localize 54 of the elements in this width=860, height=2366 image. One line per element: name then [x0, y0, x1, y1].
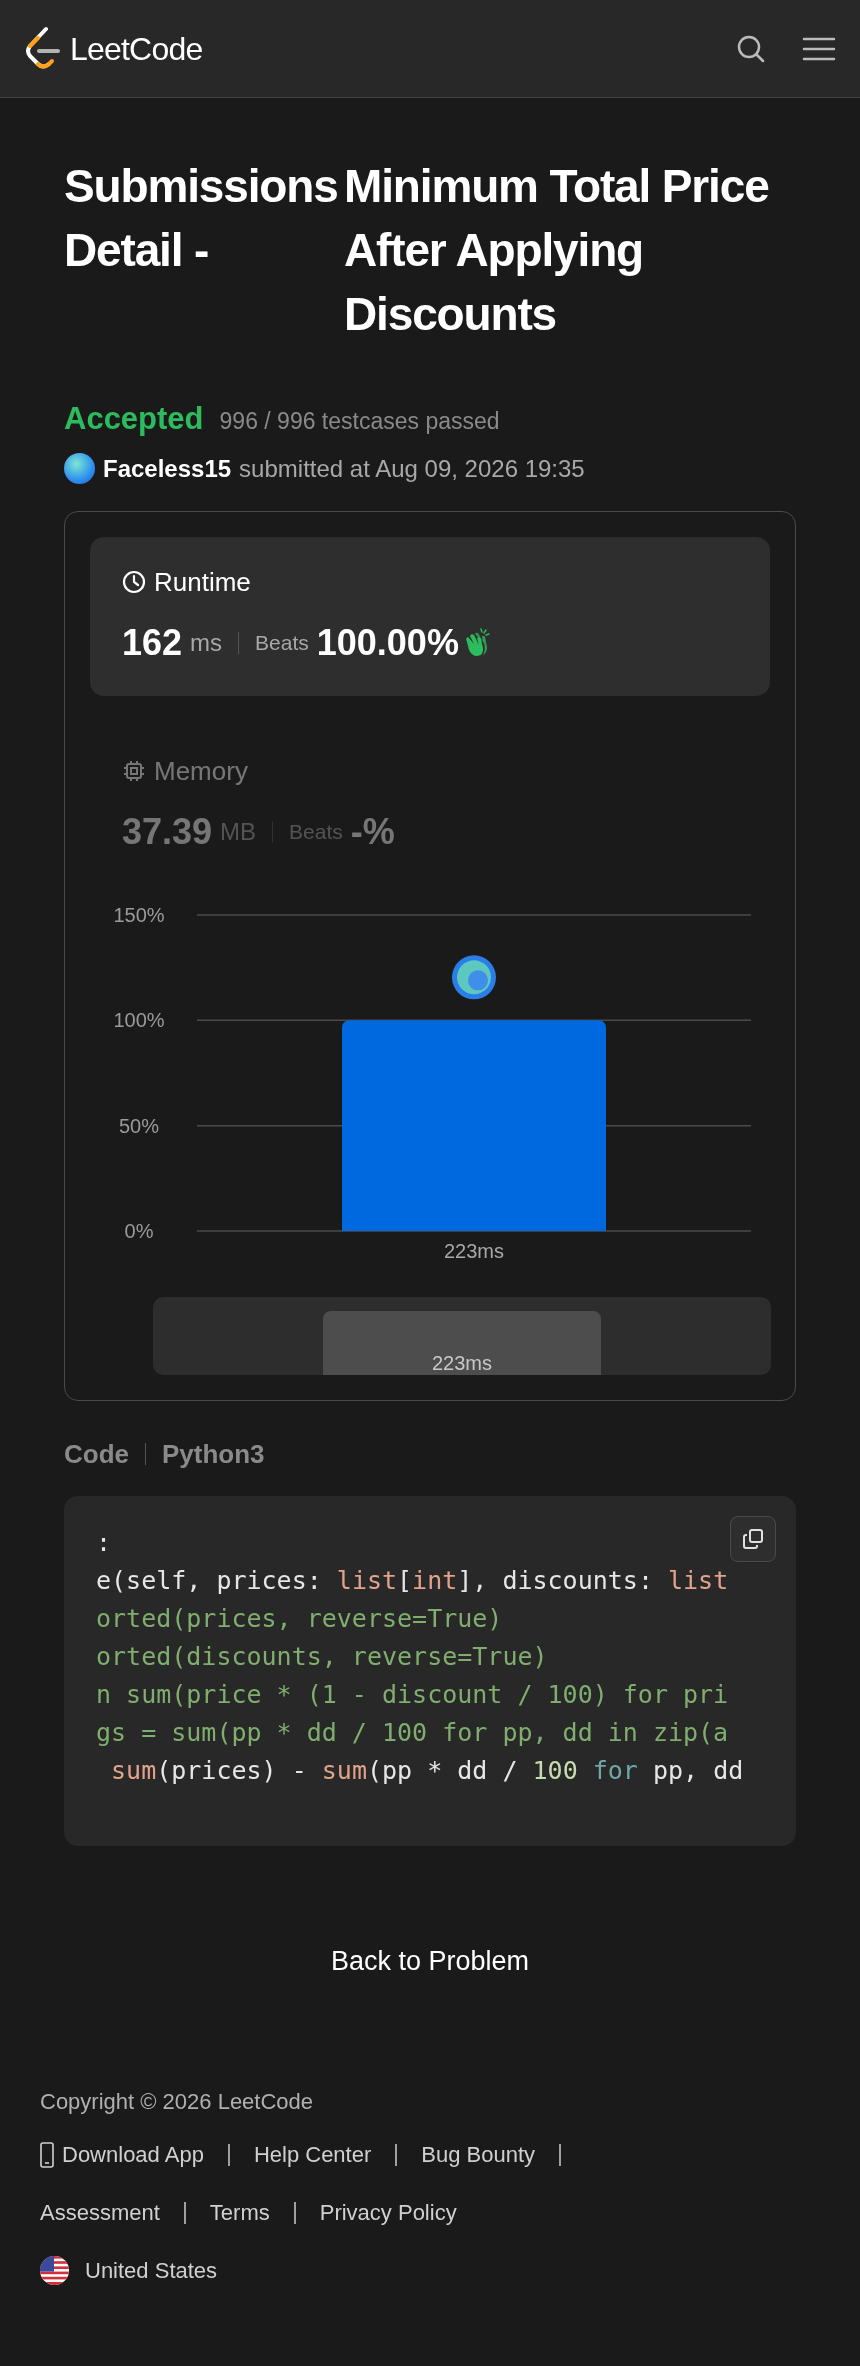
footer-link[interactable]: Assessment	[40, 2196, 160, 2229]
status-text: Accepted	[64, 400, 204, 438]
language-label: Python3	[162, 1437, 265, 1471]
clock-icon	[122, 570, 146, 594]
range-navigator[interactable]: 223ms	[153, 1296, 771, 1375]
code-line: e(self, prices: list[int], discounts: list	[96, 1564, 729, 1597]
y-tick-label: 150%	[113, 903, 165, 926]
stat-panel[interactable]: Runtime 162 ms Beats 100.00%	[90, 536, 770, 696]
menu-icon[interactable]	[802, 35, 836, 62]
back-to-problem-link[interactable]: Back to Problem	[330, 1940, 530, 1981]
search-icon[interactable]	[736, 33, 766, 64]
y-tick-label: 0%	[124, 1219, 154, 1242]
navigator-handle[interactable]: 223ms	[323, 1310, 601, 1375]
code-line: gs = sum(pp * dd / 100 for pp, dd in zip(a	[96, 1716, 729, 1749]
problem-title: Minimum Total Price After Applying Discounts	[344, 159, 770, 342]
page-title: Submissions Detail -	[64, 159, 339, 278]
testcases-text: 996 / 996 testcases passed	[219, 407, 500, 436]
footer-link[interactable]: Privacy Policy	[319, 2196, 457, 2229]
footer-link[interactable]: Download App	[40, 2138, 204, 2171]
beats-value: -%	[350, 809, 395, 854]
beats-label: Beats	[289, 818, 343, 845]
stat-label: Runtime	[154, 565, 251, 599]
footer-link[interactable]: Bug Bounty	[421, 2138, 536, 2171]
logo-icon[interactable]	[24, 25, 62, 72]
phone-icon	[40, 2141, 54, 2168]
stat-value: 162	[122, 620, 183, 665]
stat-unit: ms	[190, 627, 223, 658]
footer-link[interactable]: Terms	[209, 2196, 270, 2229]
copy-button[interactable]	[730, 1515, 776, 1562]
stat-label: Memory	[154, 754, 248, 788]
code-label: Code	[64, 1437, 129, 1471]
y-tick-label: 100%	[113, 1008, 165, 1031]
stat-value: 37.39	[122, 809, 213, 854]
avatar-marker-icon	[452, 954, 496, 999]
code-line: sum(prices) - sum(pp * dd / 100 for pp, dd	[110, 1754, 744, 1787]
username-link[interactable]: Faceless15	[103, 450, 232, 487]
code-line: orted(prices, reverse=True)	[96, 1602, 503, 1635]
x-axis-label: 223ms	[444, 1239, 504, 1262]
copy-icon	[741, 1526, 765, 1551]
code-line: n sum(price * (1 - discount / 100) for pri	[96, 1678, 729, 1711]
stat-unit: MB	[220, 816, 257, 847]
avatar-icon	[64, 453, 95, 484]
logo-text[interactable]: LeetCode	[70, 24, 203, 73]
beats-value: 100.00%	[316, 620, 459, 665]
flag-icon	[40, 2256, 69, 2285]
copyright-text: Copyright © 2026 LeetCode	[40, 2088, 315, 2116]
y-tick-label: 50%	[119, 1114, 159, 1137]
submitted-text: submitted at Aug 09, 2026 19:35	[239, 453, 585, 484]
beats-label: Beats	[255, 629, 309, 656]
region-link[interactable]: United States	[85, 2254, 218, 2287]
code-line: :	[96, 1526, 112, 1559]
chip-icon	[122, 759, 146, 783]
footer-link[interactable]: Help Center	[253, 2138, 372, 2171]
code-line: orted(discounts, reverse=True)	[96, 1640, 548, 1673]
